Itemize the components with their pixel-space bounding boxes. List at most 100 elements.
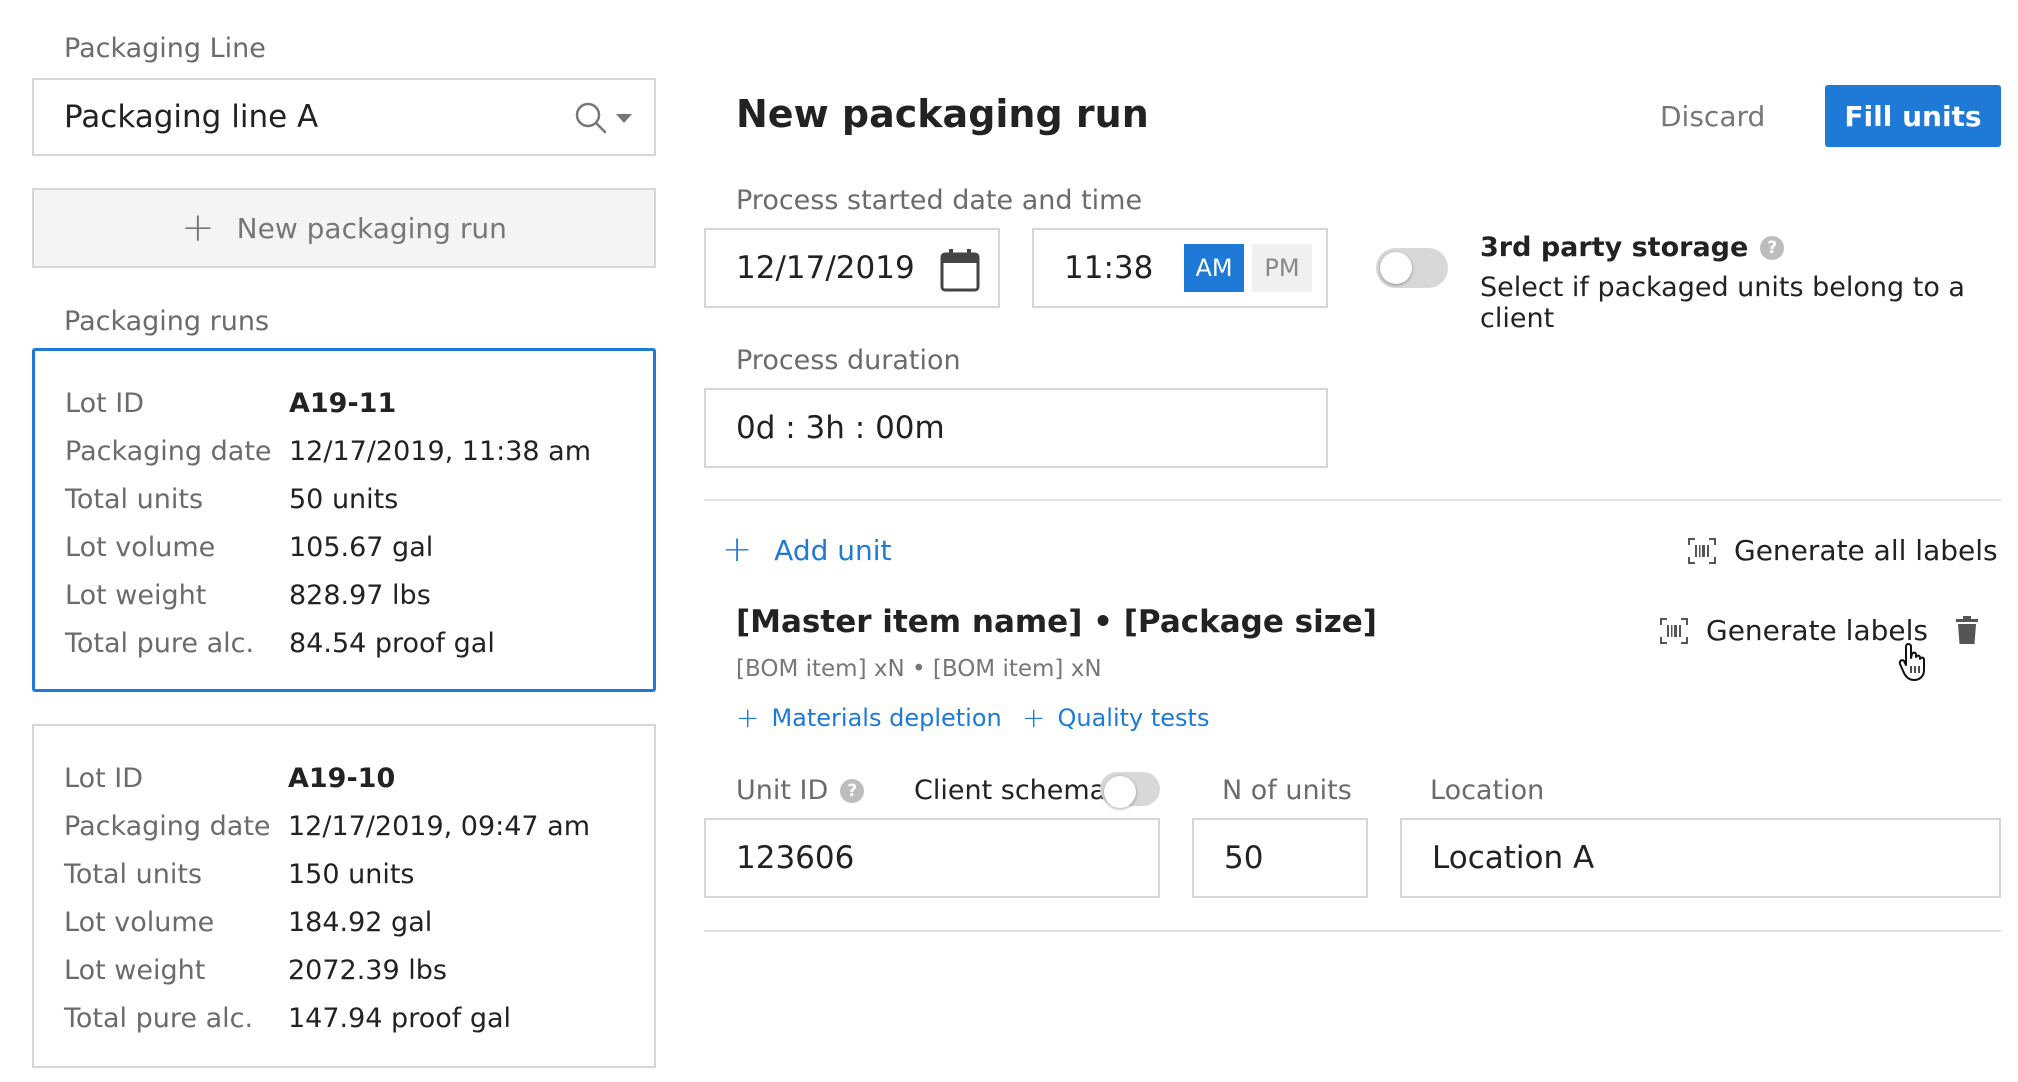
plus-icon: + (181, 205, 215, 251)
time-value: 11:38 (1064, 250, 1154, 286)
run-row: Lot volume 184.92 gal (64, 898, 654, 946)
run-row: Lot ID A19-11 (65, 379, 653, 427)
add-unit-label: Add unit (774, 533, 892, 567)
third-party-storage-toggle[interactable] (1376, 248, 1448, 288)
duration-value: 0d : 3h : 00m (736, 410, 945, 446)
unit-id-heading: Unit ID ? (736, 775, 865, 806)
new-packaging-run-button[interactable]: + New packaging run (32, 188, 656, 268)
run-card-a19-10[interactable]: Lot ID A19-10 Packaging date 12/17/2019, 0… (32, 724, 656, 1068)
run-key: Lot ID (65, 387, 145, 419)
fill-units-button[interactable]: Fill units (1825, 85, 2001, 147)
run-row: Total pure alc. 84.54 proof gal (65, 619, 653, 667)
run-key: Total units (64, 858, 203, 890)
run-row: Total units 50 units (65, 475, 653, 523)
process-duration-field[interactable]: 0d : 3h : 00m (704, 388, 1328, 468)
n-of-units-field[interactable]: 50 (1192, 818, 1368, 898)
unit-id-field[interactable]: 123606 (704, 818, 1160, 898)
search-icon[interactable] (574, 101, 608, 135)
run-key: Total pure alc. (64, 1002, 254, 1034)
client-schema-toggle[interactable] (1100, 772, 1160, 808)
time-field[interactable]: 11:38 AM PM (1032, 228, 1328, 308)
n-of-units-label: N of units (1222, 775, 1352, 806)
materials-depletion-link[interactable]: + Materials depletion (736, 701, 1002, 734)
date-value: 12/17/2019 (736, 250, 915, 286)
date-field[interactable]: 12/17/2019 (704, 228, 1000, 308)
page-title: New packaging run (736, 92, 1149, 136)
run-row: Lot volume 105.67 gal (65, 523, 653, 571)
generate-all-labels-label: Generate all labels (1734, 534, 1998, 567)
unit-item-subtitle: [BOM item] xN • [BOM item] xN (736, 656, 1102, 682)
run-row: Lot weight 2072.39 lbs (64, 946, 654, 994)
packaging-line-label: Packaging Line (64, 33, 266, 64)
generate-labels-label: Generate labels (1706, 614, 1928, 647)
generate-labels-button[interactable]: Generate labels (1660, 614, 1928, 647)
unit-id-label: Unit ID (736, 775, 829, 806)
run-key: Total pure alc. (65, 627, 255, 659)
help-icon[interactable]: ? (840, 778, 865, 803)
run-row: Packaging date 12/17/2019, 11:38 am (65, 427, 653, 475)
n-of-units-value: 50 (1224, 840, 1264, 876)
run-value: 150 units (288, 858, 415, 890)
run-key: Lot weight (65, 579, 207, 611)
unit-item-title: [Master item name] • [Package size] (736, 604, 1377, 640)
packaging-line-select[interactable]: Packaging line A (32, 78, 656, 156)
run-value: 828.97 lbs (289, 579, 431, 611)
unit-id-value: 123606 (736, 840, 855, 876)
lot-id-value: A19-11 (289, 387, 397, 419)
location-field[interactable]: Location A (1400, 818, 2001, 898)
run-value: 105.67 gal (289, 531, 434, 563)
am-toggle[interactable]: AM (1184, 244, 1244, 292)
packaging-line-value: Packaging line A (64, 99, 319, 135)
run-row: Lot ID A19-10 (64, 754, 654, 802)
run-key: Packaging date (65, 435, 272, 467)
process-started-label: Process started date and time (736, 185, 1143, 216)
third-party-storage-title: 3rd party storage (1480, 232, 1749, 263)
client-schema-label: Client schema (914, 775, 1107, 806)
barcode-icon (1660, 617, 1688, 644)
section-divider (704, 930, 2001, 932)
location-value: Location A (1432, 840, 1595, 876)
third-party-storage-heading: 3rd party storage ? (1480, 232, 1785, 263)
barcode-icon (1688, 537, 1716, 564)
trash-icon[interactable] (1956, 616, 1978, 644)
plus-icon: + (736, 701, 760, 734)
process-duration-label: Process duration (736, 345, 961, 376)
materials-depletion-label: Materials depletion (771, 704, 1002, 732)
chevron-down-icon[interactable] (616, 114, 632, 123)
calendar-icon[interactable] (940, 248, 980, 292)
add-unit-button[interactable]: + Add unit (722, 532, 892, 568)
generate-all-labels-button[interactable]: Generate all labels (1688, 534, 1998, 567)
run-value: 12/17/2019, 11:38 am (289, 435, 592, 467)
run-card-a19-11[interactable]: Lot ID A19-11 Packaging date 12/17/2019, 1… (32, 348, 656, 692)
third-party-storage-description: Select if packaged units belong to a cli… (1480, 272, 1965, 334)
help-icon[interactable]: ? (1760, 235, 1785, 260)
run-row: Packaging date 12/17/2019, 09:47 am (64, 802, 654, 850)
discard-button[interactable]: Discard (1660, 100, 1765, 133)
run-key: Lot weight (64, 954, 206, 986)
run-row: Total pure alc. 147.94 proof gal (64, 994, 654, 1042)
run-value: 12/17/2019, 09:47 am (288, 810, 591, 842)
pm-toggle[interactable]: PM (1252, 244, 1312, 292)
run-key: Lot volume (64, 906, 215, 938)
packaging-runs-label: Packaging runs (64, 306, 270, 337)
hand-cursor-icon (1898, 643, 1925, 681)
run-key: Lot ID (64, 762, 144, 794)
quality-tests-label: Quality tests (1057, 704, 1210, 732)
run-value: 50 units (289, 483, 399, 515)
quality-tests-link[interactable]: + Quality tests (1022, 701, 1210, 734)
new-packaging-run-label: New packaging run (236, 211, 507, 245)
run-value: 184.92 gal (288, 906, 433, 938)
location-label: Location (1430, 775, 1545, 806)
run-value: 2072.39 lbs (288, 954, 447, 986)
run-key: Lot volume (65, 531, 216, 563)
run-key: Packaging date (64, 810, 271, 842)
section-divider (704, 499, 2001, 501)
plus-icon: + (722, 529, 753, 570)
lot-id-value: A19-10 (288, 762, 396, 794)
run-key: Total units (65, 483, 204, 515)
run-value: 147.94 proof gal (288, 1002, 512, 1034)
run-value: 84.54 proof gal (289, 627, 495, 659)
plus-icon: + (1022, 701, 1046, 734)
run-row: Lot weight 828.97 lbs (65, 571, 653, 619)
run-row: Total units 150 units (64, 850, 654, 898)
